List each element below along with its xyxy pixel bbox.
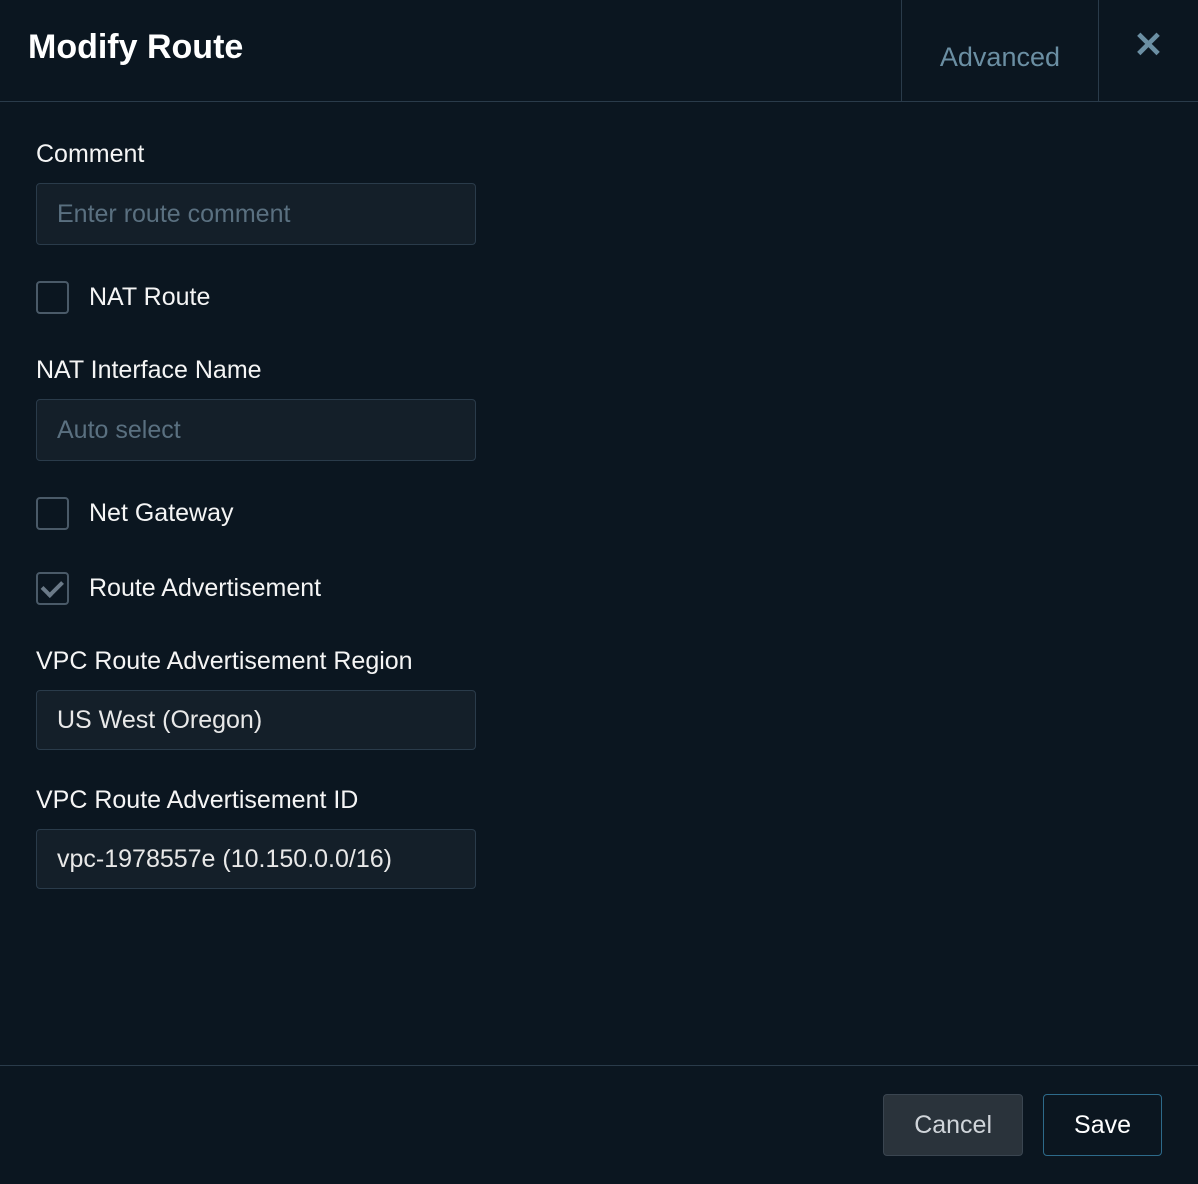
modal-header: Modify Route Advanced ✕ [0,0,1198,102]
route-advertisement-checkbox[interactable] [36,572,69,605]
cancel-button[interactable]: Cancel [883,1094,1023,1156]
vpc-id-group: VPC Route Advertisement ID vpc-1978557e … [36,786,1162,889]
modal-title: Modify Route [0,0,901,101]
nat-route-checkbox[interactable] [36,281,69,314]
advanced-tab[interactable]: Advanced [901,0,1098,101]
net-gateway-row: Net Gateway [36,497,1162,530]
net-gateway-checkbox[interactable] [36,497,69,530]
nat-route-label: NAT Route [89,283,210,312]
vpc-region-select[interactable]: US West (Oregon) [36,690,476,750]
close-button[interactable]: ✕ [1098,0,1198,101]
save-button[interactable]: Save [1043,1094,1162,1156]
close-icon: ✕ [1133,24,1163,66]
net-gateway-label: Net Gateway [89,499,234,528]
comment-group: Comment [36,140,1162,245]
modify-route-modal: Modify Route Advanced ✕ Comment NAT Rout… [0,0,1198,1184]
modal-footer: Cancel Save [0,1065,1198,1184]
comment-label: Comment [36,140,1162,169]
vpc-id-label: VPC Route Advertisement ID [36,786,1162,815]
nat-interface-label: NAT Interface Name [36,356,1162,385]
comment-input[interactable] [36,183,476,245]
route-advertisement-label: Route Advertisement [89,574,321,603]
modal-body: Comment NAT Route NAT Interface Name Net… [0,102,1198,1065]
vpc-region-value: US West (Oregon) [57,706,262,735]
vpc-id-select[interactable]: vpc-1978557e (10.150.0.0/16) [36,829,476,889]
nat-route-row: NAT Route [36,281,1162,314]
vpc-region-group: VPC Route Advertisement Region US West (… [36,647,1162,750]
nat-interface-input[interactable] [36,399,476,461]
vpc-id-value: vpc-1978557e (10.150.0.0/16) [57,845,392,874]
nat-interface-group: NAT Interface Name [36,356,1162,461]
route-advertisement-row: Route Advertisement [36,572,1162,605]
vpc-region-label: VPC Route Advertisement Region [36,647,1162,676]
